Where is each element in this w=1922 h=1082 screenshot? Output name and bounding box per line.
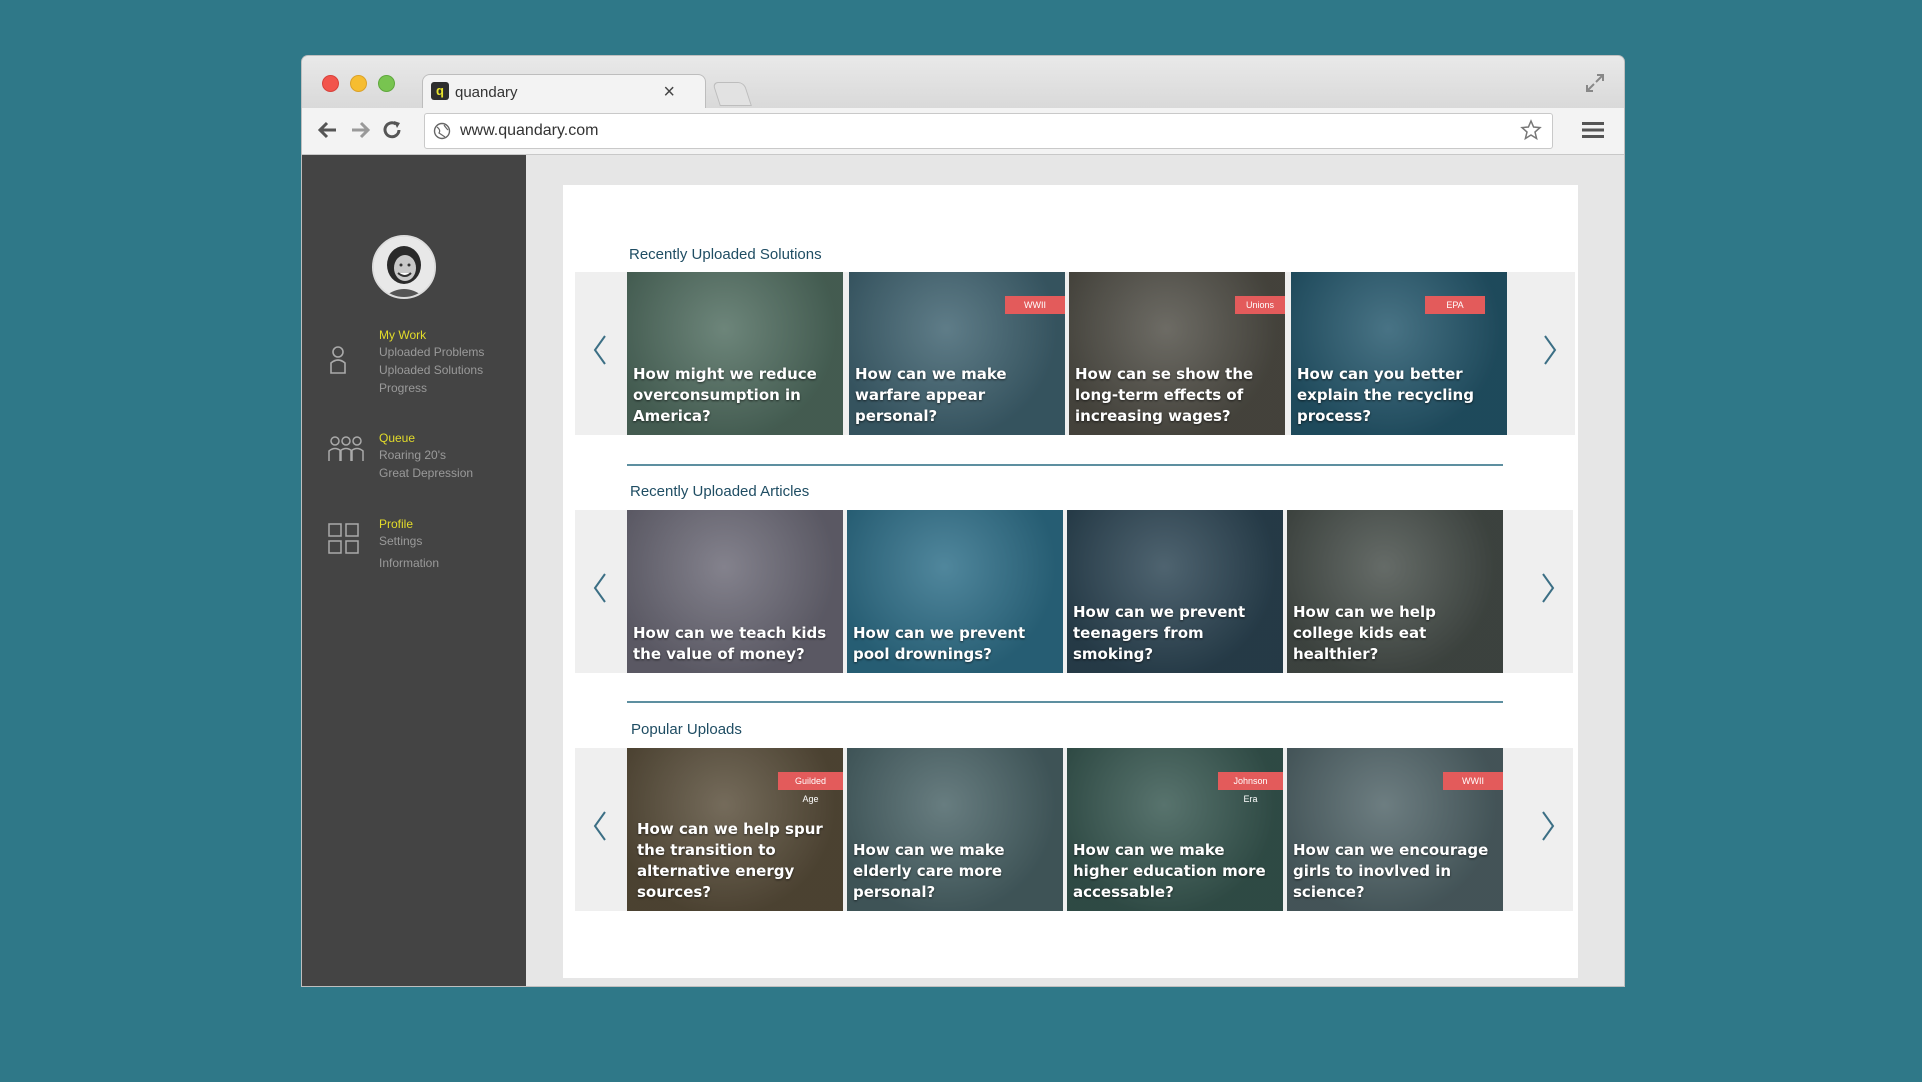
section-title-popular-uploads: Popular Uploads bbox=[631, 721, 742, 738]
card[interactable]: How can we prevent teenagers from smokin… bbox=[1067, 510, 1283, 673]
section-divider bbox=[627, 464, 1503, 466]
carousel-prev-arrow-icon[interactable] bbox=[587, 568, 613, 608]
carousel-next-arrow-icon[interactable] bbox=[1535, 568, 1561, 608]
card[interactable]: WWII How can we encourage girls to inovl… bbox=[1287, 748, 1503, 911]
browser-toolbar: www.quandary.com bbox=[302, 108, 1624, 155]
card-title: How can we help college kids eat healthi… bbox=[1293, 603, 1436, 663]
card[interactable]: Guilded Age How can we help spur the tra… bbox=[627, 748, 843, 911]
card-title: How can we encourage girls to inovlved i… bbox=[1293, 841, 1489, 901]
card[interactable]: Johnson Era How can we make higher educa… bbox=[1067, 748, 1283, 911]
quandary-favicon-icon: q bbox=[431, 82, 449, 100]
url-text[interactable]: www.quandary.com bbox=[460, 122, 598, 140]
forward-arrow-icon[interactable] bbox=[348, 118, 372, 142]
card[interactable]: WWII How can we make warfare appear pers… bbox=[849, 272, 1065, 435]
card-tag[interactable]: WWII bbox=[1005, 296, 1065, 314]
nav-item-progress[interactable]: Progress bbox=[379, 381, 427, 395]
fullscreen-icon[interactable] bbox=[1584, 72, 1606, 94]
card-title: How can se show the long-term effects of… bbox=[1075, 365, 1254, 425]
globe-icon bbox=[433, 122, 451, 140]
nav-heading-profile[interactable]: Profile bbox=[379, 517, 413, 531]
user-avatar[interactable] bbox=[372, 235, 436, 299]
card-title: How can you better explain the recycling… bbox=[1297, 365, 1474, 425]
section-title-recent-solutions: Recently Uploaded Solutions bbox=[629, 246, 822, 263]
menu-icon[interactable] bbox=[1582, 120, 1604, 140]
main-content: Recently Uploaded Solutions How might we… bbox=[526, 155, 1624, 986]
carousel-prev-arrow-icon[interactable] bbox=[587, 330, 613, 370]
avatar-image bbox=[374, 237, 434, 297]
card-title: How can we make higher education more ac… bbox=[1073, 841, 1266, 901]
new-tab-button[interactable] bbox=[712, 82, 752, 106]
reload-icon[interactable] bbox=[380, 118, 404, 142]
card[interactable]: How can we prevent pool drownings? bbox=[847, 510, 1063, 673]
nav-item-uploaded-problems[interactable]: Uploaded Problems bbox=[379, 345, 484, 359]
bookmark-star-icon[interactable] bbox=[1520, 119, 1542, 141]
nav-item-information[interactable]: Information bbox=[379, 556, 439, 570]
card-title: How can we teach kids the value of money… bbox=[633, 624, 827, 663]
card-title: How might we reduce overconsumption in A… bbox=[633, 365, 817, 425]
card[interactable]: How can we help college kids eat healthi… bbox=[1287, 510, 1503, 673]
carousel-next-arrow-icon[interactable] bbox=[1535, 806, 1561, 846]
card[interactable]: How can we make elderly care more person… bbox=[847, 748, 1063, 911]
card[interactable]: How can we teach kids the value of money… bbox=[627, 510, 843, 673]
tab-strip: q quandary × bbox=[302, 56, 1624, 111]
browser-tab[interactable]: q quandary × bbox=[422, 74, 706, 111]
card[interactable]: How might we reduce overconsumption in A… bbox=[627, 272, 843, 435]
card[interactable]: EPA How can you better explain the recyc… bbox=[1291, 272, 1507, 435]
nav-item-roaring-20s[interactable]: Roaring 20's bbox=[379, 448, 446, 462]
grid-icon bbox=[328, 523, 359, 554]
card-tag[interactable]: Unions bbox=[1235, 296, 1285, 314]
nav-heading-my-work[interactable]: My Work bbox=[379, 328, 426, 342]
sidebar: My Work Uploaded Problems Uploaded Solut… bbox=[302, 155, 526, 986]
tab-title: quandary bbox=[455, 84, 518, 101]
carousel-recent-articles: How can we teach kids the value of money… bbox=[575, 510, 1573, 673]
content-panel: Recently Uploaded Solutions How might we… bbox=[563, 185, 1578, 978]
back-arrow-icon[interactable] bbox=[316, 118, 340, 142]
section-divider bbox=[627, 701, 1503, 703]
card-title: How can we make elderly care more person… bbox=[853, 841, 1005, 901]
card-title: How can we make warfare appear personal? bbox=[855, 365, 1007, 425]
address-bar[interactable]: www.quandary.com bbox=[424, 113, 1553, 149]
minimize-window-button[interactable] bbox=[350, 75, 367, 92]
nav-item-settings[interactable]: Settings bbox=[379, 534, 422, 548]
card-tag[interactable]: EPA bbox=[1425, 296, 1485, 314]
nav-group-profile: Profile Settings Information bbox=[302, 495, 526, 570]
zoom-window-button[interactable] bbox=[378, 75, 395, 92]
carousel-popular-uploads: Guilded Age How can we help spur the tra… bbox=[575, 748, 1573, 911]
carousel-prev-arrow-icon[interactable] bbox=[587, 806, 613, 846]
card-title: How can we prevent pool drownings? bbox=[853, 624, 1026, 663]
carousel-recent-solutions: How might we reduce overconsumption in A… bbox=[575, 272, 1575, 435]
card[interactable]: Unions How can se show the long-term eff… bbox=[1069, 272, 1285, 435]
card-tag[interactable]: WWII bbox=[1443, 772, 1503, 790]
person-icon bbox=[330, 346, 346, 374]
nav-heading-queue[interactable]: Queue bbox=[379, 431, 415, 445]
close-window-button[interactable] bbox=[322, 75, 339, 92]
card-tag[interactable]: Johnson Era bbox=[1218, 772, 1283, 804]
group-icon bbox=[328, 436, 364, 461]
nav-item-uploaded-solutions[interactable]: Uploaded Solutions bbox=[379, 363, 483, 377]
card-tag[interactable]: Guilded Age bbox=[778, 772, 843, 804]
card-title: How can we help spur the transition to a… bbox=[637, 820, 823, 901]
carousel-next-arrow-icon[interactable] bbox=[1537, 330, 1563, 370]
nav-group-queue: Queue Roaring 20's Great Depression bbox=[302, 409, 526, 480]
nav-group-my-work: My Work Uploaded Problems Uploaded Solut… bbox=[302, 305, 526, 395]
nav-item-great-depression[interactable]: Great Depression bbox=[379, 466, 473, 480]
section-title-recent-articles: Recently Uploaded Articles bbox=[630, 483, 810, 500]
card-title: How can we prevent teenagers from smokin… bbox=[1073, 603, 1246, 663]
browser-window: q quandary × www.quandary.com My Work Up… bbox=[302, 56, 1624, 986]
tab-close-icon[interactable]: × bbox=[663, 81, 675, 104]
